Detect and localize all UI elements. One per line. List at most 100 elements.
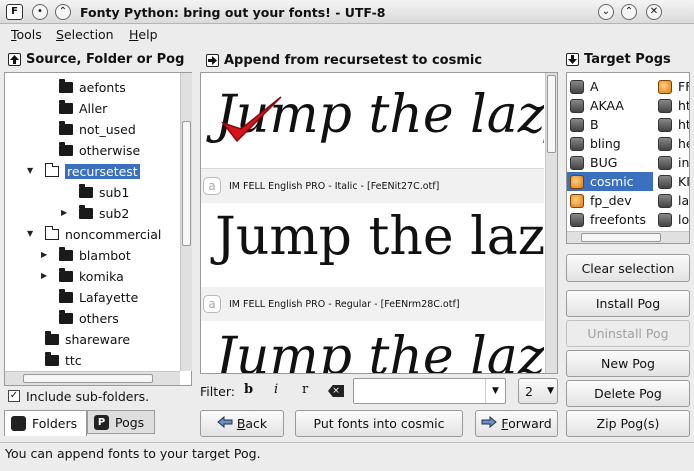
filter-input[interactable]: ▼ <box>353 378 506 404</box>
put-fonts-button-label: Put fonts into cosmic <box>313 416 445 431</box>
zip-pog-button[interactable]: Zip Pog(s) <box>566 410 690 437</box>
close-icon[interactable]: ✕ <box>646 4 662 20</box>
new-pog-button[interactable]: New Pog <box>566 350 690 377</box>
window-menu-icon[interactable]: • <box>32 4 48 20</box>
tab-folders[interactable]: Folders <box>4 410 87 436</box>
pog-item[interactable]: A <box>567 77 653 96</box>
page-select[interactable]: 2 ▼ <box>518 378 558 404</box>
tree-hscrollbar[interactable] <box>5 371 180 385</box>
minimize-icon[interactable]: ⌄ <box>598 4 614 20</box>
filter-italic-button[interactable]: i <box>274 382 278 397</box>
tree-item[interactable]: blambot <box>59 245 131 265</box>
tree-item-label: recursetest <box>64 162 141 180</box>
pog-item[interactable]: FF <box>655 77 689 96</box>
expanded-arrow-icon[interactable]: ▼ <box>27 229 35 238</box>
pog-item[interactable]: fp_dev <box>567 191 653 210</box>
tree-scroll-thumb[interactable] <box>182 121 191 246</box>
clear-filter-icon[interactable]: × <box>328 385 344 397</box>
include-subfolders-checkbox[interactable]: ✓ <box>8 390 20 402</box>
status-text: You can append fonts to your target Pog. <box>5 446 261 461</box>
pog-item-label: fp_dev <box>590 193 632 208</box>
tree-item[interactable]: Lafayette <box>59 287 138 307</box>
tab-folders-label: Folders <box>32 416 78 431</box>
folder-icon <box>59 141 73 156</box>
tree-item[interactable]: sub2 <box>79 203 129 223</box>
tree-item[interactable]: noncommercial <box>45 224 161 244</box>
font-view-scroll-thumb[interactable] <box>547 75 556 153</box>
delete-pog-button[interactable]: Delete Pog <box>566 380 690 407</box>
tree-item[interactable]: sub1 <box>79 182 129 202</box>
uninstall-pog-button[interactable]: Uninstall Pog <box>566 320 690 347</box>
pog-item[interactable]: AKAA <box>567 96 653 115</box>
pogs-hscrollbar[interactable] <box>567 231 689 243</box>
tree-hscroll-thumb[interactable] <box>23 374 153 383</box>
pog-item[interactable]: ht <box>655 96 689 115</box>
pog-item[interactable]: la <box>655 191 689 210</box>
pog-item[interactable]: he <box>655 134 689 153</box>
expanded-arrow-icon[interactable]: ▼ <box>27 166 35 175</box>
pog-item[interactable]: B <box>567 115 653 134</box>
pogs-hscroll-thumb[interactable] <box>581 233 661 242</box>
pog-item[interactable]: cosmic <box>567 172 653 191</box>
folder-tree[interactable]: aefonts Aller not_used otherwise ▼ recursetes… <box>4 72 192 386</box>
filter-bold-button[interactable]: b <box>244 382 253 397</box>
tree-item[interactable]: aefonts <box>59 77 126 97</box>
pog-item[interactable]: in <box>655 153 690 172</box>
font-sample-row[interactable]: Jump the laz <box>201 203 544 293</box>
page-select-value: 2 <box>525 384 533 399</box>
pog-icon <box>658 136 672 151</box>
pog-item[interactable]: bling <box>567 134 653 153</box>
tree-item-label: ttc <box>65 352 82 368</box>
pog-icon <box>570 98 584 113</box>
font-type-icon: a <box>203 177 221 195</box>
tree-scrollbar[interactable] <box>180 73 192 371</box>
title-bar: F • ⌃ Fonty Python: bring out your fonts… <box>0 0 694 24</box>
tree-item[interactable]: otherwise <box>59 140 140 160</box>
forward-button[interactable]: Forward <box>475 410 558 437</box>
menu-tools[interactable]: Tools <box>11 27 42 42</box>
tree-item-label: not_used <box>79 121 136 137</box>
tree-item[interactable]: komika <box>59 266 124 286</box>
folder-icon <box>45 330 59 345</box>
clear-selection-button[interactable]: Clear selection <box>566 254 690 282</box>
tree-item-label: sub2 <box>99 205 130 221</box>
font-view[interactable]: Jump the lazy a IM FELL English PRO - It… <box>200 72 558 374</box>
font-sample-row[interactable]: Jump the lazy <box>201 73 544 169</box>
pog-item-label: in <box>678 155 690 170</box>
pog-item-label: BUG <box>590 155 618 170</box>
tree-item[interactable]: Aller <box>59 98 107 118</box>
forward-button-label: Forward <box>501 416 552 431</box>
pog-item[interactable]: freefonts <box>567 210 653 229</box>
keep-above-icon[interactable]: ⌃ <box>55 4 71 20</box>
pog-item[interactable]: ht <box>655 115 689 134</box>
pog-item[interactable]: BUG <box>567 153 653 172</box>
tree-item[interactable]: recursetest <box>45 161 141 181</box>
folder-icon <box>59 246 73 261</box>
tree-item[interactable]: not_used <box>59 119 136 139</box>
menu-selection[interactable]: Selection <box>56 27 114 42</box>
filter-regular-button[interactable]: r <box>302 382 308 397</box>
pog-item[interactable]: KI <box>655 172 689 191</box>
filter-dropdown-icon[interactable]: ▼ <box>485 379 505 403</box>
collapsed-arrow-icon[interactable]: ▶ <box>61 208 69 217</box>
tree-item[interactable]: others <box>59 308 119 328</box>
pog-item[interactable]: lo <box>655 210 689 229</box>
font-view-scrollbar[interactable] <box>545 73 557 373</box>
menu-help[interactable]: Help <box>129 27 158 42</box>
collapsed-arrow-icon[interactable]: ▶ <box>41 250 49 259</box>
tab-pogs[interactable]: P Pogs <box>87 410 155 434</box>
back-button[interactable]: Back <box>200 410 284 437</box>
install-pog-label: Install Pog <box>595 296 661 311</box>
install-pog-button[interactable]: Install Pog <box>566 290 690 317</box>
font-sample-row[interactable]: Jump the lazy <box>201 321 544 373</box>
collapsed-arrow-icon[interactable]: ▶ <box>41 271 49 280</box>
target-pogs-list[interactable]: A AKAA Bbling BUG cosmic fp_dev freefonts FF ht h… <box>566 72 690 244</box>
tree-item[interactable]: ttc <box>45 350 82 370</box>
tree-item-label: sub1 <box>99 184 130 200</box>
put-fonts-button[interactable]: Put fonts into cosmic <box>295 410 463 437</box>
pog-icon <box>658 155 672 170</box>
delete-pog-label: Delete Pog <box>594 386 662 401</box>
tree-item-label: noncommercial <box>65 226 162 242</box>
tree-item[interactable]: shareware <box>45 329 130 349</box>
maximize-icon[interactable]: ⌃ <box>621 4 637 20</box>
